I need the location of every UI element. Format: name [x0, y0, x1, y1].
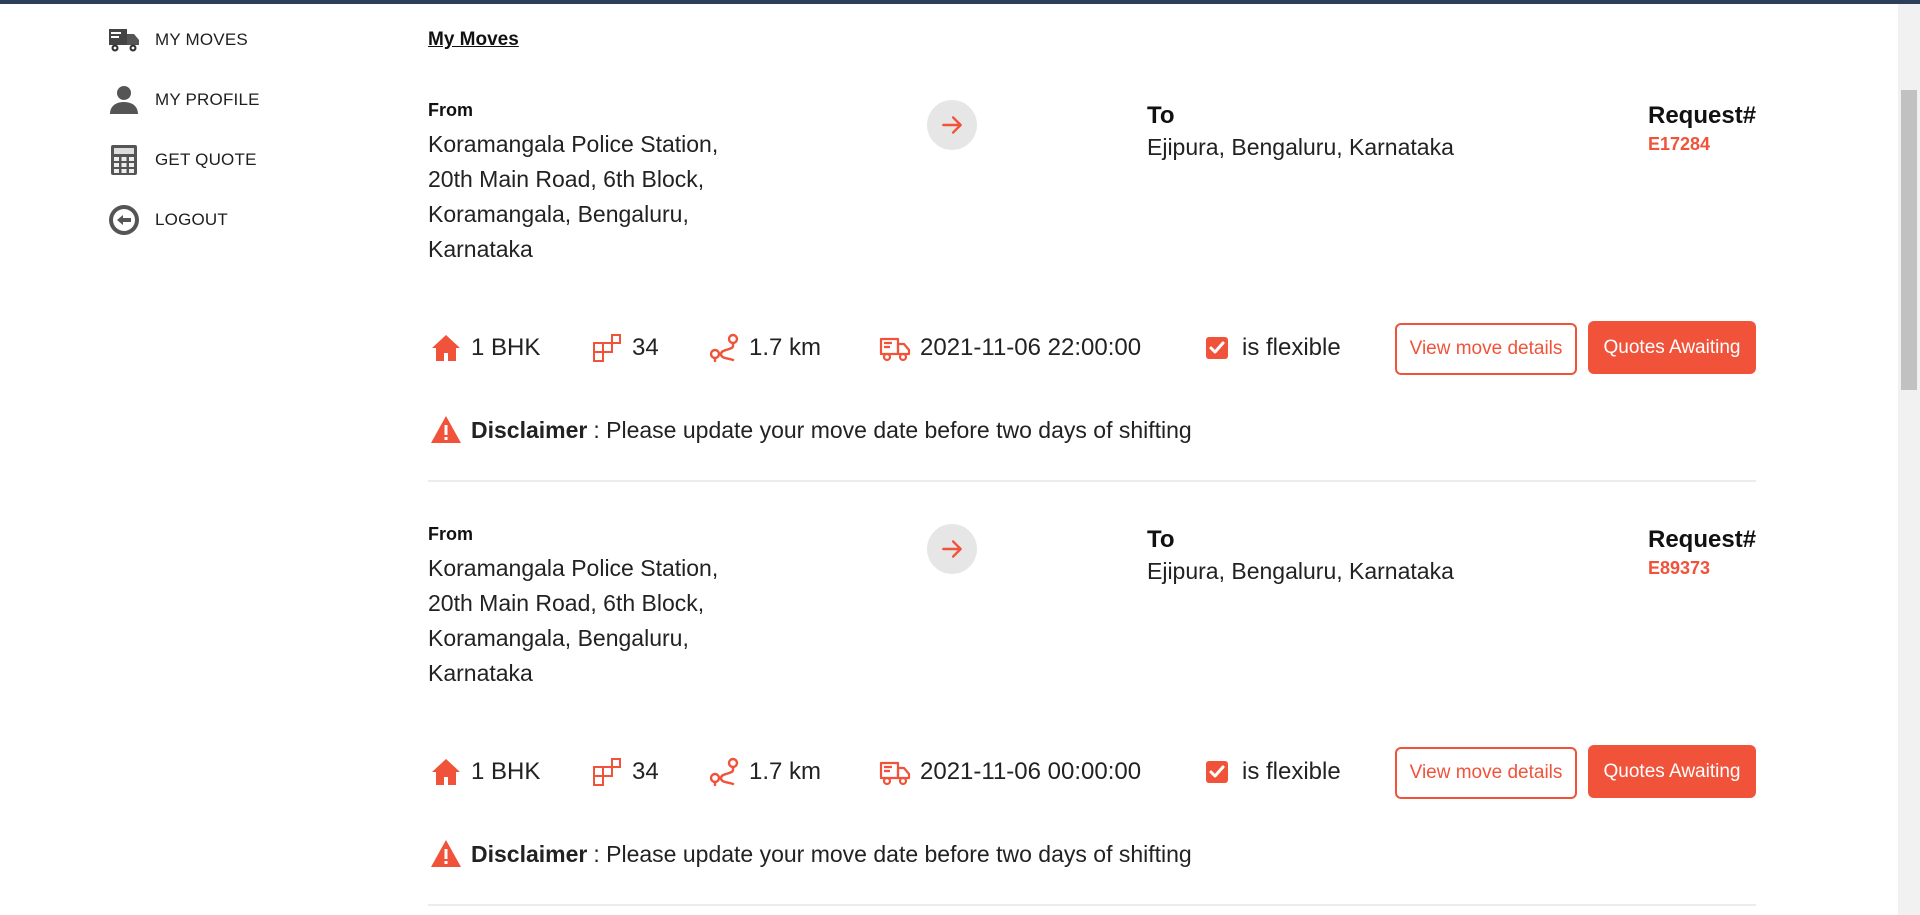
home-icon	[432, 759, 460, 785]
sidebar-item-my-profile[interactable]: MY PROFILE	[107, 70, 367, 130]
move-card: From Koramangala Police Station, 20th Ma…	[428, 482, 1756, 906]
disclaimer-title: Disclaimer	[471, 416, 588, 443]
house-type-stat: 1 BHK	[430, 320, 540, 376]
from-address-line: Koramangala, Bengaluru,	[428, 625, 689, 651]
sidebar-item-get-quote[interactable]: GET QUOTE	[107, 130, 367, 190]
request-block: Request# E89373	[1648, 526, 1758, 579]
from-block: From Koramangala Police Station, 20th Ma…	[428, 524, 758, 691]
sidebar-item-my-moves[interactable]: MY MOVES	[107, 10, 367, 70]
request-id: E89373	[1648, 558, 1711, 578]
flexible-stat[interactable]: is flexible	[1201, 744, 1341, 800]
disclaimer-text: : Please update your move date before tw…	[593, 416, 1192, 443]
boxes-icon	[593, 758, 621, 786]
boxes-icon	[593, 334, 621, 362]
checkbox-checked-icon[interactable]	[1201, 332, 1233, 364]
from-address-line: Koramangala Police Station,	[428, 131, 719, 157]
request-block: Request# E17284	[1648, 102, 1758, 155]
from-label: From	[428, 524, 473, 544]
from-block: From Koramangala Police Station, 20th Ma…	[428, 100, 758, 267]
items-count: 34	[632, 334, 659, 361]
quotes-awaiting-button[interactable]: Quotes Awaiting	[1588, 321, 1756, 374]
page-title: My Moves	[428, 29, 519, 50]
to-label: To	[1147, 526, 1175, 553]
truck-icon	[107, 23, 141, 57]
arrow-right-icon	[927, 524, 977, 574]
disclaimer: Disclaimer : Please update your move dat…	[430, 838, 1192, 870]
flexible-stat[interactable]: is flexible	[1201, 320, 1341, 376]
delivery-truck-icon	[879, 761, 911, 786]
arrow-right-icon	[927, 100, 977, 150]
sidebar: MY MOVES MY PROFILE GET QUOTE LOGOUT	[107, 10, 367, 250]
quotes-awaiting-button[interactable]: Quotes Awaiting	[1588, 745, 1756, 798]
items-stat: 34	[591, 744, 659, 800]
to-label: To	[1147, 102, 1175, 129]
to-block: To Ejipura, Bengaluru, Karnataka	[1147, 526, 1527, 585]
move-date-stat: 2021-11-06 00:00:00	[879, 744, 1141, 800]
home-icon	[432, 335, 460, 361]
calculator-icon	[107, 143, 141, 177]
sidebar-item-label: LOGOUT	[155, 210, 228, 229]
delivery-truck-icon	[879, 337, 911, 362]
from-address-line: 20th Main Road, 6th Block,	[428, 166, 705, 192]
request-id: E17284	[1648, 134, 1711, 154]
move-stats: 1 BHK 34 1.7 km 2021-11-06 22:00:00 is f…	[428, 320, 1756, 376]
route-icon	[709, 333, 739, 363]
route-icon	[709, 757, 739, 787]
scrollbar-thumb[interactable]	[1901, 90, 1917, 390]
checkbox-checked-icon[interactable]	[1201, 756, 1233, 788]
flexible-label: is flexible	[1242, 758, 1341, 785]
from-address-line: Koramangala, Bengaluru,	[428, 201, 689, 227]
items-stat: 34	[591, 320, 659, 376]
sidebar-item-logout[interactable]: LOGOUT	[107, 190, 367, 250]
view-move-details-button[interactable]: View move details	[1395, 323, 1577, 375]
to-address: Ejipura, Bengaluru, Karnataka	[1147, 558, 1454, 584]
top-bar	[0, 0, 1920, 4]
distance-stat: 1.7 km	[708, 320, 821, 376]
to-address: Ejipura, Bengaluru, Karnataka	[1147, 134, 1454, 160]
from-address-line: 20th Main Road, 6th Block,	[428, 590, 705, 616]
sidebar-item-label: MY MOVES	[155, 30, 248, 49]
warning-icon	[431, 416, 461, 443]
request-label: Request#	[1648, 526, 1757, 553]
disclaimer: Disclaimer : Please update your move dat…	[430, 414, 1192, 446]
move-card: From Koramangala Police Station, 20th Ma…	[428, 76, 1756, 482]
disclaimer-text: : Please update your move date before tw…	[593, 840, 1192, 867]
distance: 1.7 km	[749, 334, 822, 361]
from-address-line: Karnataka	[428, 660, 533, 686]
flexible-label: is flexible	[1242, 334, 1341, 361]
sidebar-item-label: GET QUOTE	[155, 150, 257, 169]
disclaimer-title: Disclaimer	[471, 840, 588, 867]
house-type: 1 BHK	[471, 334, 541, 361]
move-date-stat: 2021-11-06 22:00:00	[879, 320, 1141, 376]
move-datetime: 2021-11-06 22:00:00	[920, 334, 1142, 361]
items-count: 34	[632, 758, 659, 785]
move-datetime: 2021-11-06 00:00:00	[920, 758, 1142, 785]
from-address: Koramangala Police Station, 20th Main Ro…	[428, 127, 758, 267]
from-label: From	[428, 100, 473, 120]
distance-stat: 1.7 km	[708, 744, 821, 800]
sidebar-item-label: MY PROFILE	[155, 90, 260, 109]
from-address-line: Koramangala Police Station,	[428, 555, 719, 581]
logout-icon	[107, 203, 141, 237]
view-move-details-button[interactable]: View move details	[1395, 747, 1577, 799]
from-address-line: Karnataka	[428, 236, 533, 262]
distance: 1.7 km	[749, 758, 822, 785]
user-icon	[107, 83, 141, 117]
main-content: My Moves From Koramangala Police Station…	[428, 22, 1756, 906]
warning-icon	[431, 840, 461, 867]
house-type-stat: 1 BHK	[430, 744, 540, 800]
to-block: To Ejipura, Bengaluru, Karnataka	[1147, 102, 1527, 161]
request-label: Request#	[1648, 102, 1757, 129]
from-address: Koramangala Police Station, 20th Main Ro…	[428, 551, 758, 691]
house-type: 1 BHK	[471, 758, 541, 785]
move-stats: 1 BHK 34 1.7 km 2021-11-06 00:00:00 is f…	[428, 744, 1756, 800]
